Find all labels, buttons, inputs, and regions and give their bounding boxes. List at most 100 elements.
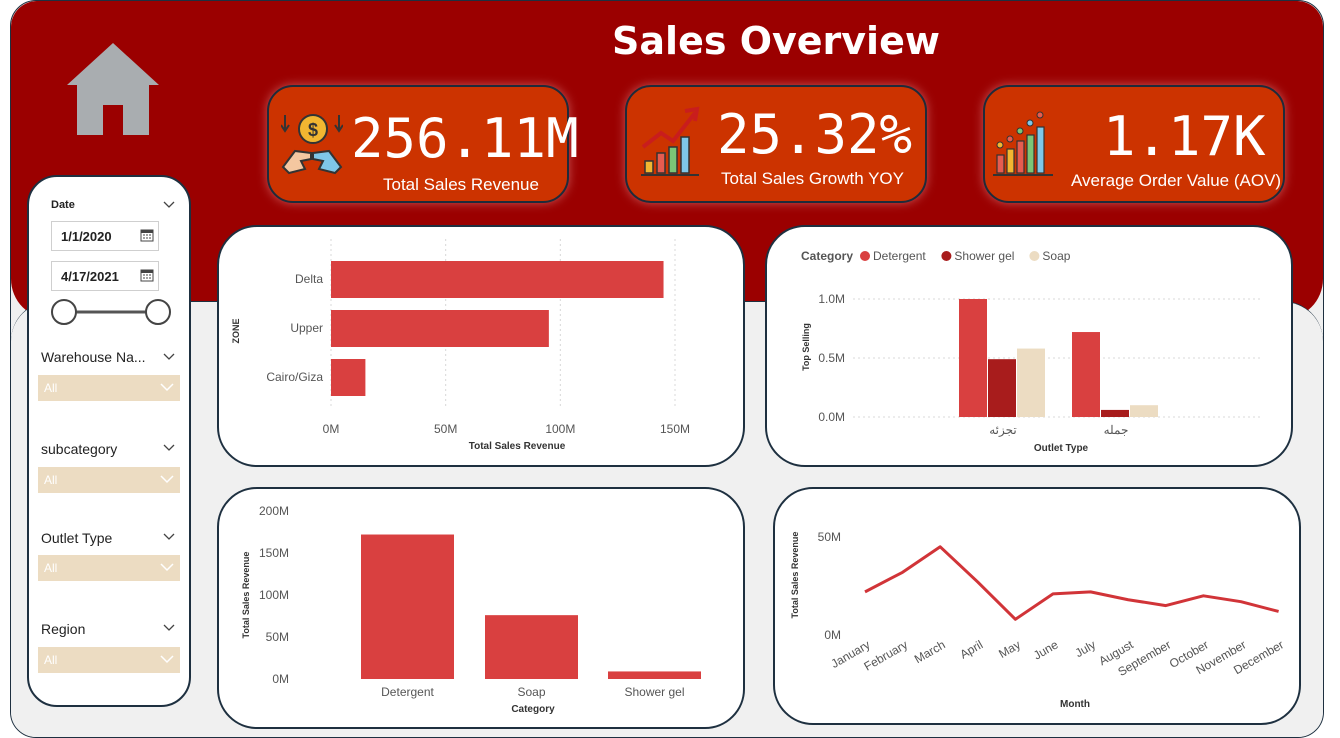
chevron-down-icon[interactable]	[163, 624, 175, 632]
legend-title: Category	[801, 249, 853, 263]
region-dropdown[interactable]: All	[38, 647, 180, 673]
outlet-type-dropdown[interactable]: All	[38, 555, 180, 581]
subcategory-dropdown[interactable]: All	[38, 467, 180, 493]
bar	[331, 359, 366, 396]
y-tick-label: 0.0M	[818, 410, 845, 424]
y-tick-label: 0M	[824, 628, 841, 642]
filter-panel: Date 1/1/2020 4/17/2021 Warehouse Na... …	[27, 175, 191, 707]
y-axis-title: Top Selling	[801, 323, 811, 371]
money-hands-icon: $	[281, 114, 343, 175]
bar	[1017, 348, 1045, 417]
slider-start-handle[interactable]	[51, 299, 77, 325]
y-tick-label: 50M	[266, 630, 289, 644]
kpi-value: 256.11M	[351, 107, 579, 170]
dropdown-value: All	[44, 561, 58, 575]
bar	[1101, 409, 1129, 417]
chevron-down-icon[interactable]	[160, 475, 174, 484]
slider-end-handle[interactable]	[145, 299, 171, 325]
legend-marker	[941, 251, 952, 261]
category-label: تجزئه	[989, 423, 1016, 437]
legend-marker	[860, 251, 870, 261]
x-tick-label: July	[1073, 637, 1098, 660]
bar	[1072, 332, 1100, 417]
series-line	[864, 545, 1279, 621]
filter-label: Warehouse Na...	[41, 349, 146, 365]
kpi-card-sales-growth: 25.32% Total Sales Growth YOY	[625, 85, 927, 203]
x-tick-label: May	[996, 637, 1023, 660]
y-tick-label: 100M	[259, 588, 289, 602]
warehouse-dropdown[interactable]: All	[38, 375, 180, 401]
filter-label: Outlet Type	[41, 530, 113, 546]
date-range-slider[interactable]	[51, 297, 171, 327]
chart-card-zone-revenue: 0M 50M 100M 150M Delta Upper Cairo/Giza Total S…	[217, 225, 745, 467]
category-label: Delta	[295, 272, 323, 286]
y-axis-title: Total Sales Revenue	[241, 552, 251, 639]
kpi-value: 25.32%	[717, 103, 913, 166]
bar	[988, 359, 1016, 417]
y-tick-label: 150M	[259, 546, 289, 560]
dashboard-frame: Sales Overview $ 256.11M Total Sales Rev…	[10, 0, 1324, 738]
x-axis-title: Month	[1060, 699, 1090, 710]
chevron-down-icon[interactable]	[163, 533, 175, 541]
calendar-icon[interactable]	[140, 229, 154, 242]
bar	[331, 261, 664, 298]
chevron-down-icon[interactable]	[163, 444, 175, 452]
filter-label: subcategory	[41, 441, 118, 457]
x-tick-label: 150M	[660, 422, 690, 436]
dropdown-value: All	[44, 653, 58, 667]
y-tick-label: 1.0M	[818, 292, 845, 306]
y-tick-label: 0.5M	[818, 351, 845, 365]
kpi-card-total-sales-revenue: $ 256.11M Total Sales Revenue	[267, 85, 579, 203]
chevron-down-icon[interactable]	[160, 383, 174, 392]
category-label: Soap	[517, 685, 545, 699]
y-tick-label: 0M	[272, 672, 289, 686]
chart-card-top-selling: Category Detergent Shower gel Soap 1.0M 0.5M 0…	[765, 225, 1293, 467]
start-date-input[interactable]: 1/1/2020	[51, 221, 159, 251]
legend-label: Detergent	[873, 249, 926, 263]
chevron-down-icon[interactable]	[160, 563, 174, 572]
page-title: Sales Overview	[612, 19, 940, 63]
x-tick-label: 100M	[545, 422, 575, 436]
category-revenue-bar-chart: 200M 150M 100M 50M 0M Detergent Soap Shower gel…	[241, 504, 701, 715]
y-tick-label: 50M	[818, 530, 841, 544]
chevron-down-icon[interactable]	[160, 655, 174, 664]
legend-label: Soap	[1042, 249, 1070, 263]
category-label: Detergent	[381, 685, 434, 699]
growth-chart-icon	[641, 106, 700, 176]
y-tick-label: 200M	[259, 504, 289, 518]
chart-card-category-revenue: 200M 150M 100M 50M 0M Detergent Soap Shower gel…	[217, 487, 745, 729]
monthly-revenue-line-chart: 50M0MJanuaryFebruary March April May June Jul…	[790, 530, 1286, 710]
kpi-label: Total Sales Growth YOY	[721, 169, 904, 188]
bar	[485, 615, 578, 679]
home-icon[interactable]	[63, 39, 163, 139]
calendar-icon[interactable]	[140, 269, 154, 282]
bar	[1130, 405, 1158, 417]
bar-chart-icon	[993, 111, 1053, 176]
x-tick-label: 50M	[434, 422, 457, 436]
date-filter-label: Date	[51, 199, 75, 211]
bar	[331, 310, 549, 347]
chevron-down-icon[interactable]	[163, 353, 175, 361]
zone-revenue-bar-chart: 0M 50M 100M 150M Delta Upper Cairo/Giza Total S…	[231, 239, 690, 452]
end-date-input[interactable]: 4/17/2021	[51, 261, 159, 291]
dropdown-value: All	[44, 473, 58, 487]
x-axis-title: Total Sales Revenue	[469, 441, 566, 452]
category-label: Cairo/Giza	[266, 370, 323, 384]
category-label: Upper	[290, 321, 323, 335]
legend-marker	[1029, 251, 1040, 261]
top-selling-clustered-bar-chart: Category Detergent Shower gel Soap 1.0M 0.5M 0…	[801, 249, 1263, 454]
x-tick-label: March	[912, 637, 948, 666]
kpi-value: 1.17K	[1103, 105, 1266, 168]
bar	[959, 299, 987, 417]
kpi-label: Average Order Value (AOV)	[1071, 171, 1282, 190]
x-tick-label: 0M	[323, 422, 340, 436]
kpi-card-aov: 1.17K Average Order Value (AOV)	[983, 85, 1285, 203]
x-axis-title: Outlet Type	[1034, 443, 1089, 454]
category-label: جمله	[1104, 423, 1129, 437]
kpi-label: Total Sales Revenue	[383, 175, 539, 194]
category-label: Shower gel	[624, 685, 684, 699]
filter-label: Region	[41, 621, 86, 637]
svg-text:$: $	[308, 120, 318, 140]
chevron-down-icon[interactable]	[163, 201, 175, 209]
dropdown-value: All	[44, 381, 58, 395]
